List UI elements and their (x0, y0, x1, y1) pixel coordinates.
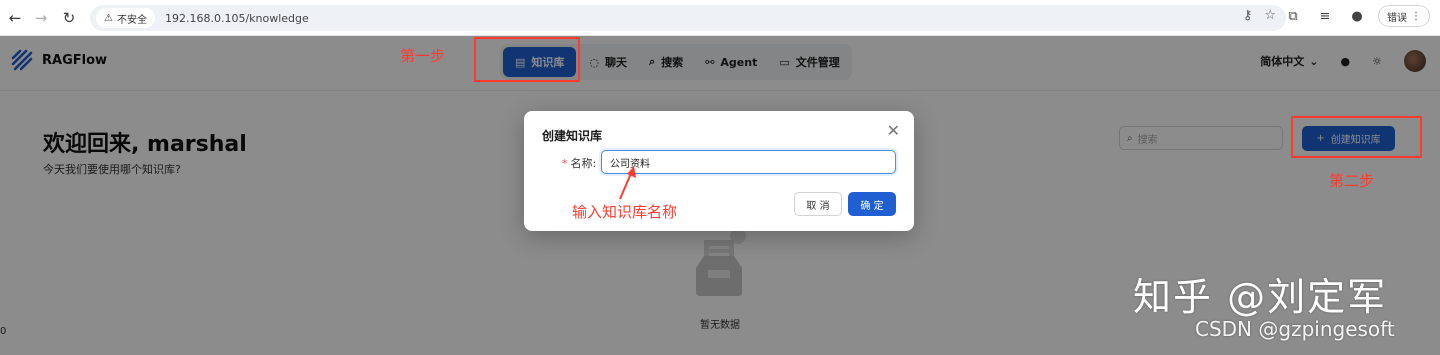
bookmark-star-icon[interactable]: ☆ (1264, 8, 1276, 23)
confirm-button[interactable]: 确 定 (848, 192, 896, 216)
profile-icon[interactable]: ● (1346, 5, 1368, 27)
url-text[interactable]: 192.168.0.105/knowledge (165, 12, 309, 25)
annotation-arrow (619, 166, 636, 200)
back-icon[interactable]: ← (2, 5, 28, 31)
name-label: * 名称: (562, 157, 597, 170)
modal-title: 创建知识库 (542, 129, 603, 143)
insecure-label: 不安全 (116, 14, 147, 26)
csdn-watermark: CSDN @gzpingesoft (1195, 317, 1395, 341)
knowledge-name-input[interactable] (601, 150, 896, 174)
reload-icon[interactable]: ↻ (56, 5, 82, 31)
profile-error-chip[interactable]: 错误 ⋮ (1378, 5, 1430, 27)
browser-toolbar: ← → ↻ ⚠ 不安全 192.168.0.105/knowledge ⚷ ☆ … (0, 0, 1440, 36)
address-bar[interactable]: ⚠ 不安全 192.168.0.105/knowledge ⚷ ☆ (90, 5, 1286, 31)
annotation-step1: 第一步 (400, 47, 446, 65)
warning-icon: ⚠ (104, 12, 113, 24)
media-icon[interactable]: ≡ (1314, 5, 1336, 27)
zhihu-watermark: 知乎 @刘定军 (1133, 275, 1388, 319)
forward-icon[interactable]: → (28, 5, 54, 31)
annotation-box-create-button (1291, 116, 1422, 158)
more-menu-icon: ⋮ (1411, 10, 1421, 22)
required-marker: * (562, 157, 568, 170)
key-icon[interactable]: ⚷ (1243, 8, 1253, 23)
close-icon[interactable]: ✕ (887, 123, 900, 139)
annotation-box-knowledge-tab (474, 37, 580, 82)
insecure-chip[interactable]: ⚠ 不安全 (96, 8, 155, 28)
extensions-icon[interactable]: ⧉ (1282, 5, 1304, 27)
cancel-button[interactable]: 取 消 (794, 192, 842, 216)
annotation-step2: 第二步 (1329, 172, 1375, 190)
